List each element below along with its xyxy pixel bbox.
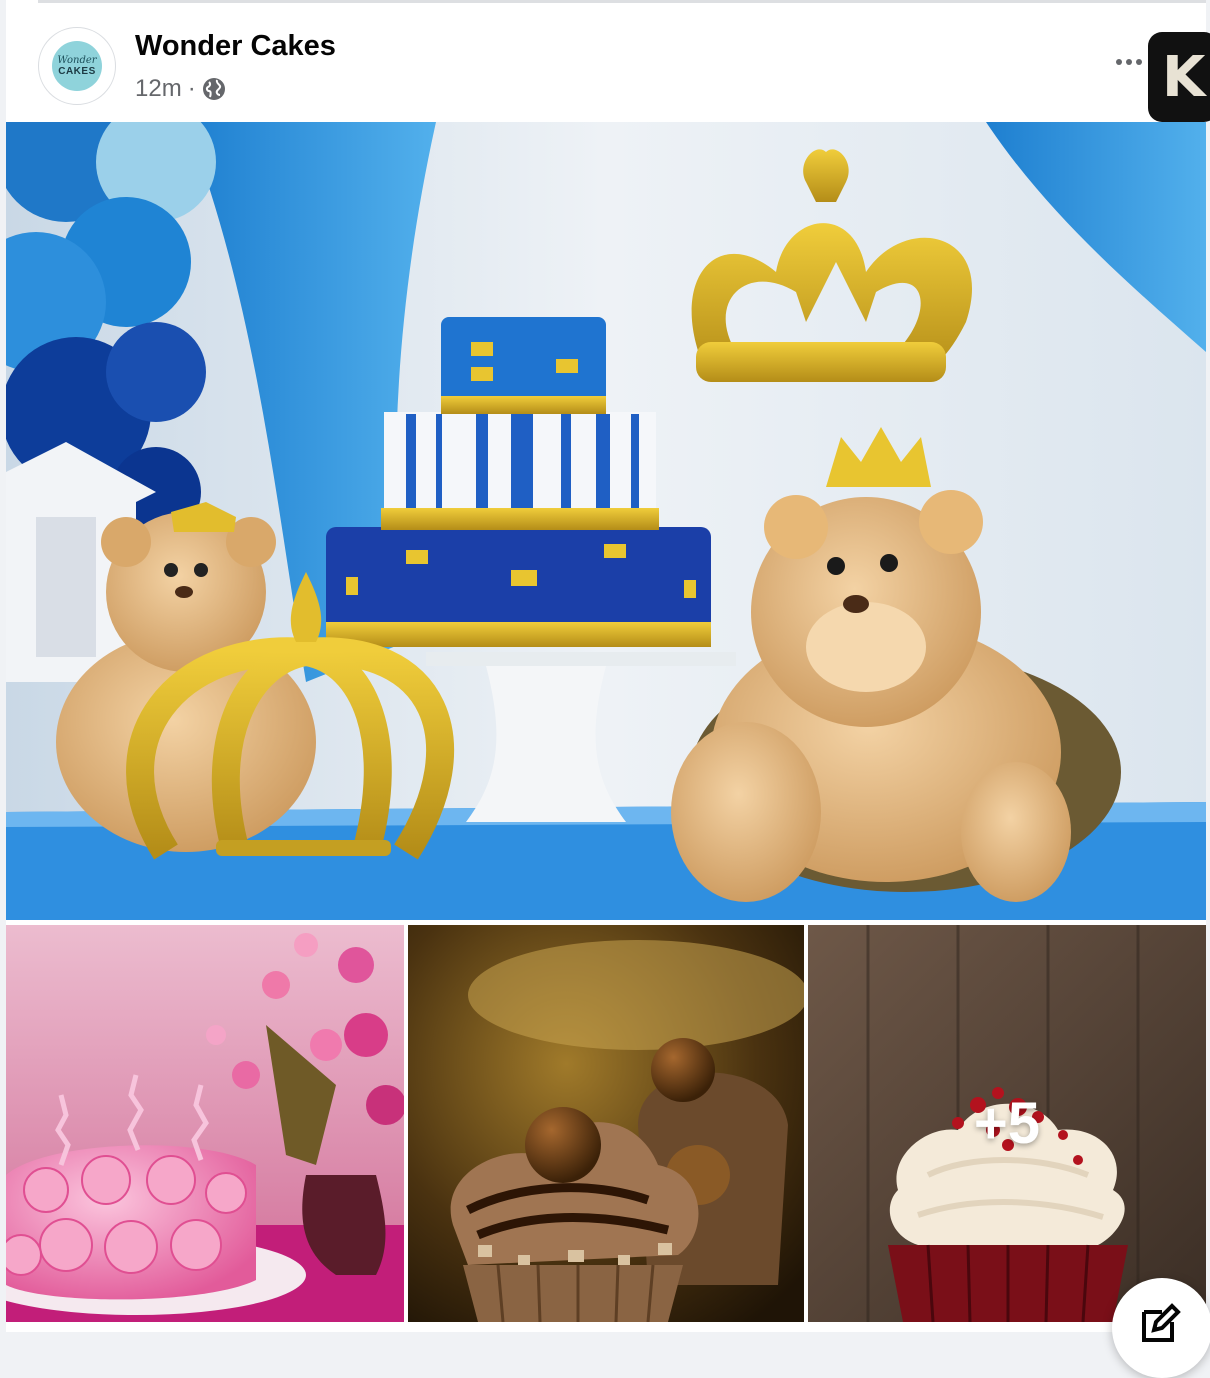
post-meta: 12m · (135, 72, 226, 106)
avatar-logo-text-2: CAKES (58, 65, 96, 77)
compose-icon (1142, 1303, 1181, 1342)
compose-button[interactable] (1112, 1278, 1210, 1378)
page-avatar[interactable]: Wonder CAKES (38, 27, 116, 105)
more-options-icon[interactable] (1116, 50, 1148, 74)
post-photo-main[interactable] (6, 122, 1206, 920)
photo-pink-cake (6, 925, 404, 1322)
globe-icon[interactable] (202, 77, 226, 101)
avatar-logo: Wonder CAKES (52, 41, 102, 91)
meta-separator: · (187, 75, 196, 102)
extension-letter: K (1162, 44, 1206, 110)
post-photo-pink-cake[interactable] (6, 925, 404, 1322)
post-photo-red-velvet-cupcake[interactable]: +5 (808, 925, 1206, 1322)
page-name-link[interactable]: Wonder Cakes (135, 30, 336, 63)
post-timestamp[interactable]: 12m (135, 75, 182, 103)
card-bottom (6, 1322, 1206, 1332)
post-photo-chocolate-cupcake[interactable] (408, 925, 804, 1322)
avatar-logo-text-1: Wonder (57, 54, 97, 66)
post-card: Wonder CAKES Wonder Cakes 12m · +5 (6, 0, 1206, 1332)
photo-chocolate-cupcake (408, 925, 804, 1322)
more-photos-count[interactable]: +5 (808, 925, 1206, 1322)
photo-royal-cake (6, 122, 1206, 920)
divider (38, 0, 1206, 3)
browser-extension-badge[interactable]: K (1148, 32, 1210, 122)
